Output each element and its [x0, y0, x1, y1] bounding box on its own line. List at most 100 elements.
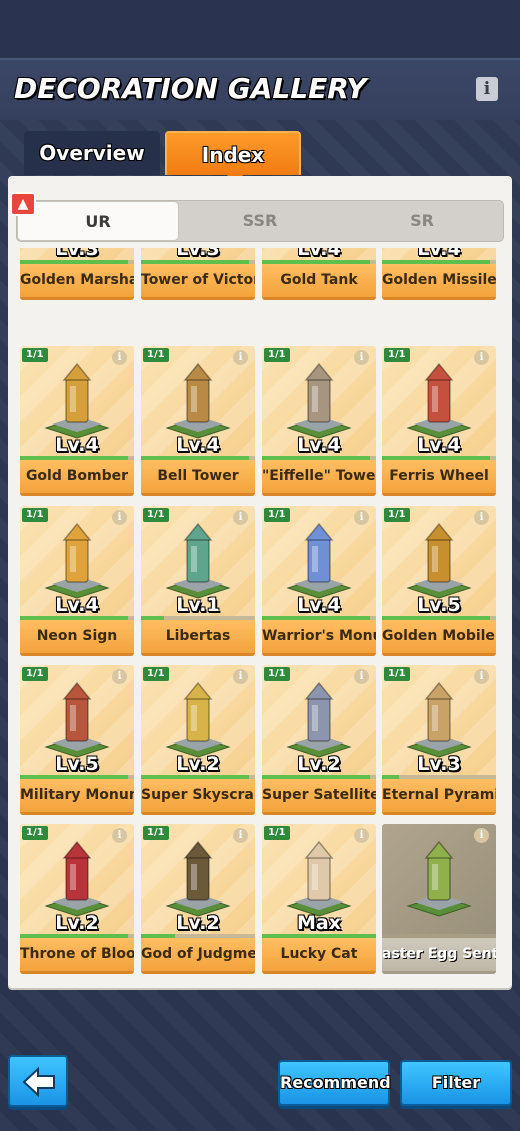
owned-count-badge: 1/1 [384, 348, 410, 362]
owned-count-badge: 1/1 [384, 667, 410, 681]
decoration-card[interactable]: 1/1 i Lv.5 Military Monume [20, 665, 134, 815]
decoration-card[interactable]: 1/1 i Lv.4 Warrior's Monum [262, 506, 376, 656]
info-icon[interactable]: i [233, 828, 248, 843]
level-label: Lv.2 [176, 753, 220, 775]
owned-count-badge: 1/1 [22, 826, 48, 840]
decoration-card[interactable]: 1/1 i Lv.2 Super Satellite [262, 665, 376, 815]
decoration-card[interactable]: 1/1 i Lv.4 Gold Bomber [20, 346, 134, 496]
decoration-name: Bell Tower [141, 460, 255, 496]
decoration-name: Military Monume [20, 779, 134, 815]
owned-count-badge: 1/1 [22, 508, 48, 522]
info-icon[interactable]: i [233, 510, 248, 525]
owned-count-badge: 1/1 [143, 508, 169, 522]
status-area [0, 0, 520, 58]
decoration-name: Ferris Wheel [382, 460, 496, 496]
owned-count-badge: 1/1 [143, 826, 169, 840]
rarity-tab-ssr[interactable]: SSR [179, 201, 341, 241]
decoration-card[interactable]: 1/1 i Lv.4 Ferris Wheel [382, 346, 496, 496]
level-label: Max [297, 912, 341, 934]
info-icon[interactable]: i [354, 510, 369, 525]
statue-of-liberty-icon [165, 522, 231, 599]
tab-index[interactable]: Index [165, 131, 301, 184]
decoration-name: Libertas [141, 620, 255, 656]
owned-count-badge: 1/1 [264, 667, 290, 681]
decoration-name: Lucky Cat [262, 938, 376, 974]
info-icon[interactable]: i [112, 828, 127, 843]
level-label: Lv.2 [176, 912, 220, 934]
level-label: Lv.1 [176, 594, 220, 616]
warrior-monument-icon [286, 522, 352, 599]
level-label: Lv.3 [55, 248, 99, 260]
tab-overview[interactable]: Overview [24, 131, 160, 175]
eiffel-tower-icon [286, 362, 352, 439]
rarity-tab-ur[interactable]: UR [17, 201, 179, 241]
satellite-icon [286, 681, 352, 758]
decoration-card[interactable]: Lv.3 Golden Marshal S [20, 248, 134, 300]
info-icon[interactable]: i [233, 669, 248, 684]
info-icon[interactable]: i [112, 510, 127, 525]
recommend-button[interactable]: Recommend [278, 1060, 391, 1106]
decoration-name: aster Egg Sentry [382, 938, 496, 974]
decoration-name: Super Skyscrape [141, 779, 255, 815]
owned-count-badge: 1/1 [22, 667, 48, 681]
decoration-name: "Eiffelle" Tower [262, 460, 376, 496]
decoration-card[interactable]: 1/1 i Lv.4 "Eiffelle" Tower [262, 346, 376, 496]
golden-mobile-icon [406, 522, 472, 599]
pyramid-icon [406, 681, 472, 758]
decoration-card[interactable]: Lv.3 Tower of Victory [141, 248, 255, 300]
owned-count-badge: 1/1 [264, 826, 290, 840]
info-icon[interactable]: i [354, 669, 369, 684]
info-icon[interactable]: i [474, 828, 489, 843]
info-icon[interactable]: i [354, 350, 369, 365]
rarity-tab-sr[interactable]: SR [341, 201, 503, 241]
decoration-name: God of Judgment [141, 938, 255, 974]
decoration-card[interactable]: 1/1 i Max Lucky Cat [262, 824, 376, 974]
decoration-card[interactable]: 1/1 i Lv.4 Neon Sign [20, 506, 134, 656]
level-label: Lv.4 [417, 434, 461, 456]
easter-egg-sentry-icon [406, 840, 472, 917]
decoration-card[interactable]: 1/1 i Lv.1 Libertas [141, 506, 255, 656]
info-icon[interactable]: i [233, 350, 248, 365]
level-label: Lv.2 [55, 912, 99, 934]
throne-icon [44, 840, 110, 917]
thumbs-up-icon: ▲ [10, 192, 36, 216]
gold-bomber-icon [44, 362, 110, 439]
info-icon[interactable]: i [354, 828, 369, 843]
owned-count-badge: 1/1 [143, 667, 169, 681]
rarity-tabs: UR SSR SR [16, 200, 504, 242]
back-button[interactable] [8, 1055, 68, 1107]
info-icon[interactable]: i [112, 350, 127, 365]
decoration-card[interactable]: Lv.4 Gold Tank [262, 248, 376, 300]
decoration-name: Super Satellite [262, 779, 376, 815]
owned-count-badge: 1/1 [384, 508, 410, 522]
info-icon[interactable]: i [476, 77, 498, 101]
skyscraper-icon [165, 681, 231, 758]
decoration-name: Tower of Victory [141, 264, 255, 300]
decoration-card[interactable]: 1/1 i Lv.3 Eternal Pyramid [382, 665, 496, 815]
decoration-card[interactable]: 1/1 i Lv.5 Golden Mobile Sc [382, 506, 496, 656]
level-label: Lv.4 [417, 248, 461, 260]
decoration-name: Warrior's Monum [262, 620, 376, 656]
decoration-name: Neon Sign [20, 620, 134, 656]
decoration-card[interactable]: i aster Egg Sentry [382, 824, 496, 974]
filter-button[interactable]: Filter [400, 1060, 512, 1106]
info-icon[interactable]: i [474, 510, 489, 525]
info-icon[interactable]: i [474, 350, 489, 365]
decoration-name: Gold Bomber [20, 460, 134, 496]
ferris-wheel-icon [406, 362, 472, 439]
decoration-card[interactable]: Lv.4 Golden Missile V [382, 248, 496, 300]
decoration-grid: Lv.3 Golden Marshal S Lv.3 Tower of Victory… [20, 248, 500, 978]
level-label: Lv.4 [176, 434, 220, 456]
owned-count-badge: 1/1 [264, 508, 290, 522]
level-label: Lv.5 [55, 753, 99, 775]
decoration-card[interactable]: 1/1 i Lv.2 God of Judgment [141, 824, 255, 974]
decoration-card[interactable]: 1/1 i Lv.2 Super Skyscrape [141, 665, 255, 815]
level-label: Lv.4 [297, 594, 341, 616]
decoration-name: Golden Mobile Sc [382, 620, 496, 656]
info-icon[interactable]: i [112, 669, 127, 684]
info-icon[interactable]: i [474, 669, 489, 684]
military-monument-icon [44, 681, 110, 758]
decoration-card[interactable]: 1/1 i Lv.4 Bell Tower [141, 346, 255, 496]
level-label: Lv.3 [417, 753, 461, 775]
decoration-card[interactable]: 1/1 i Lv.2 Throne of Blood [20, 824, 134, 974]
